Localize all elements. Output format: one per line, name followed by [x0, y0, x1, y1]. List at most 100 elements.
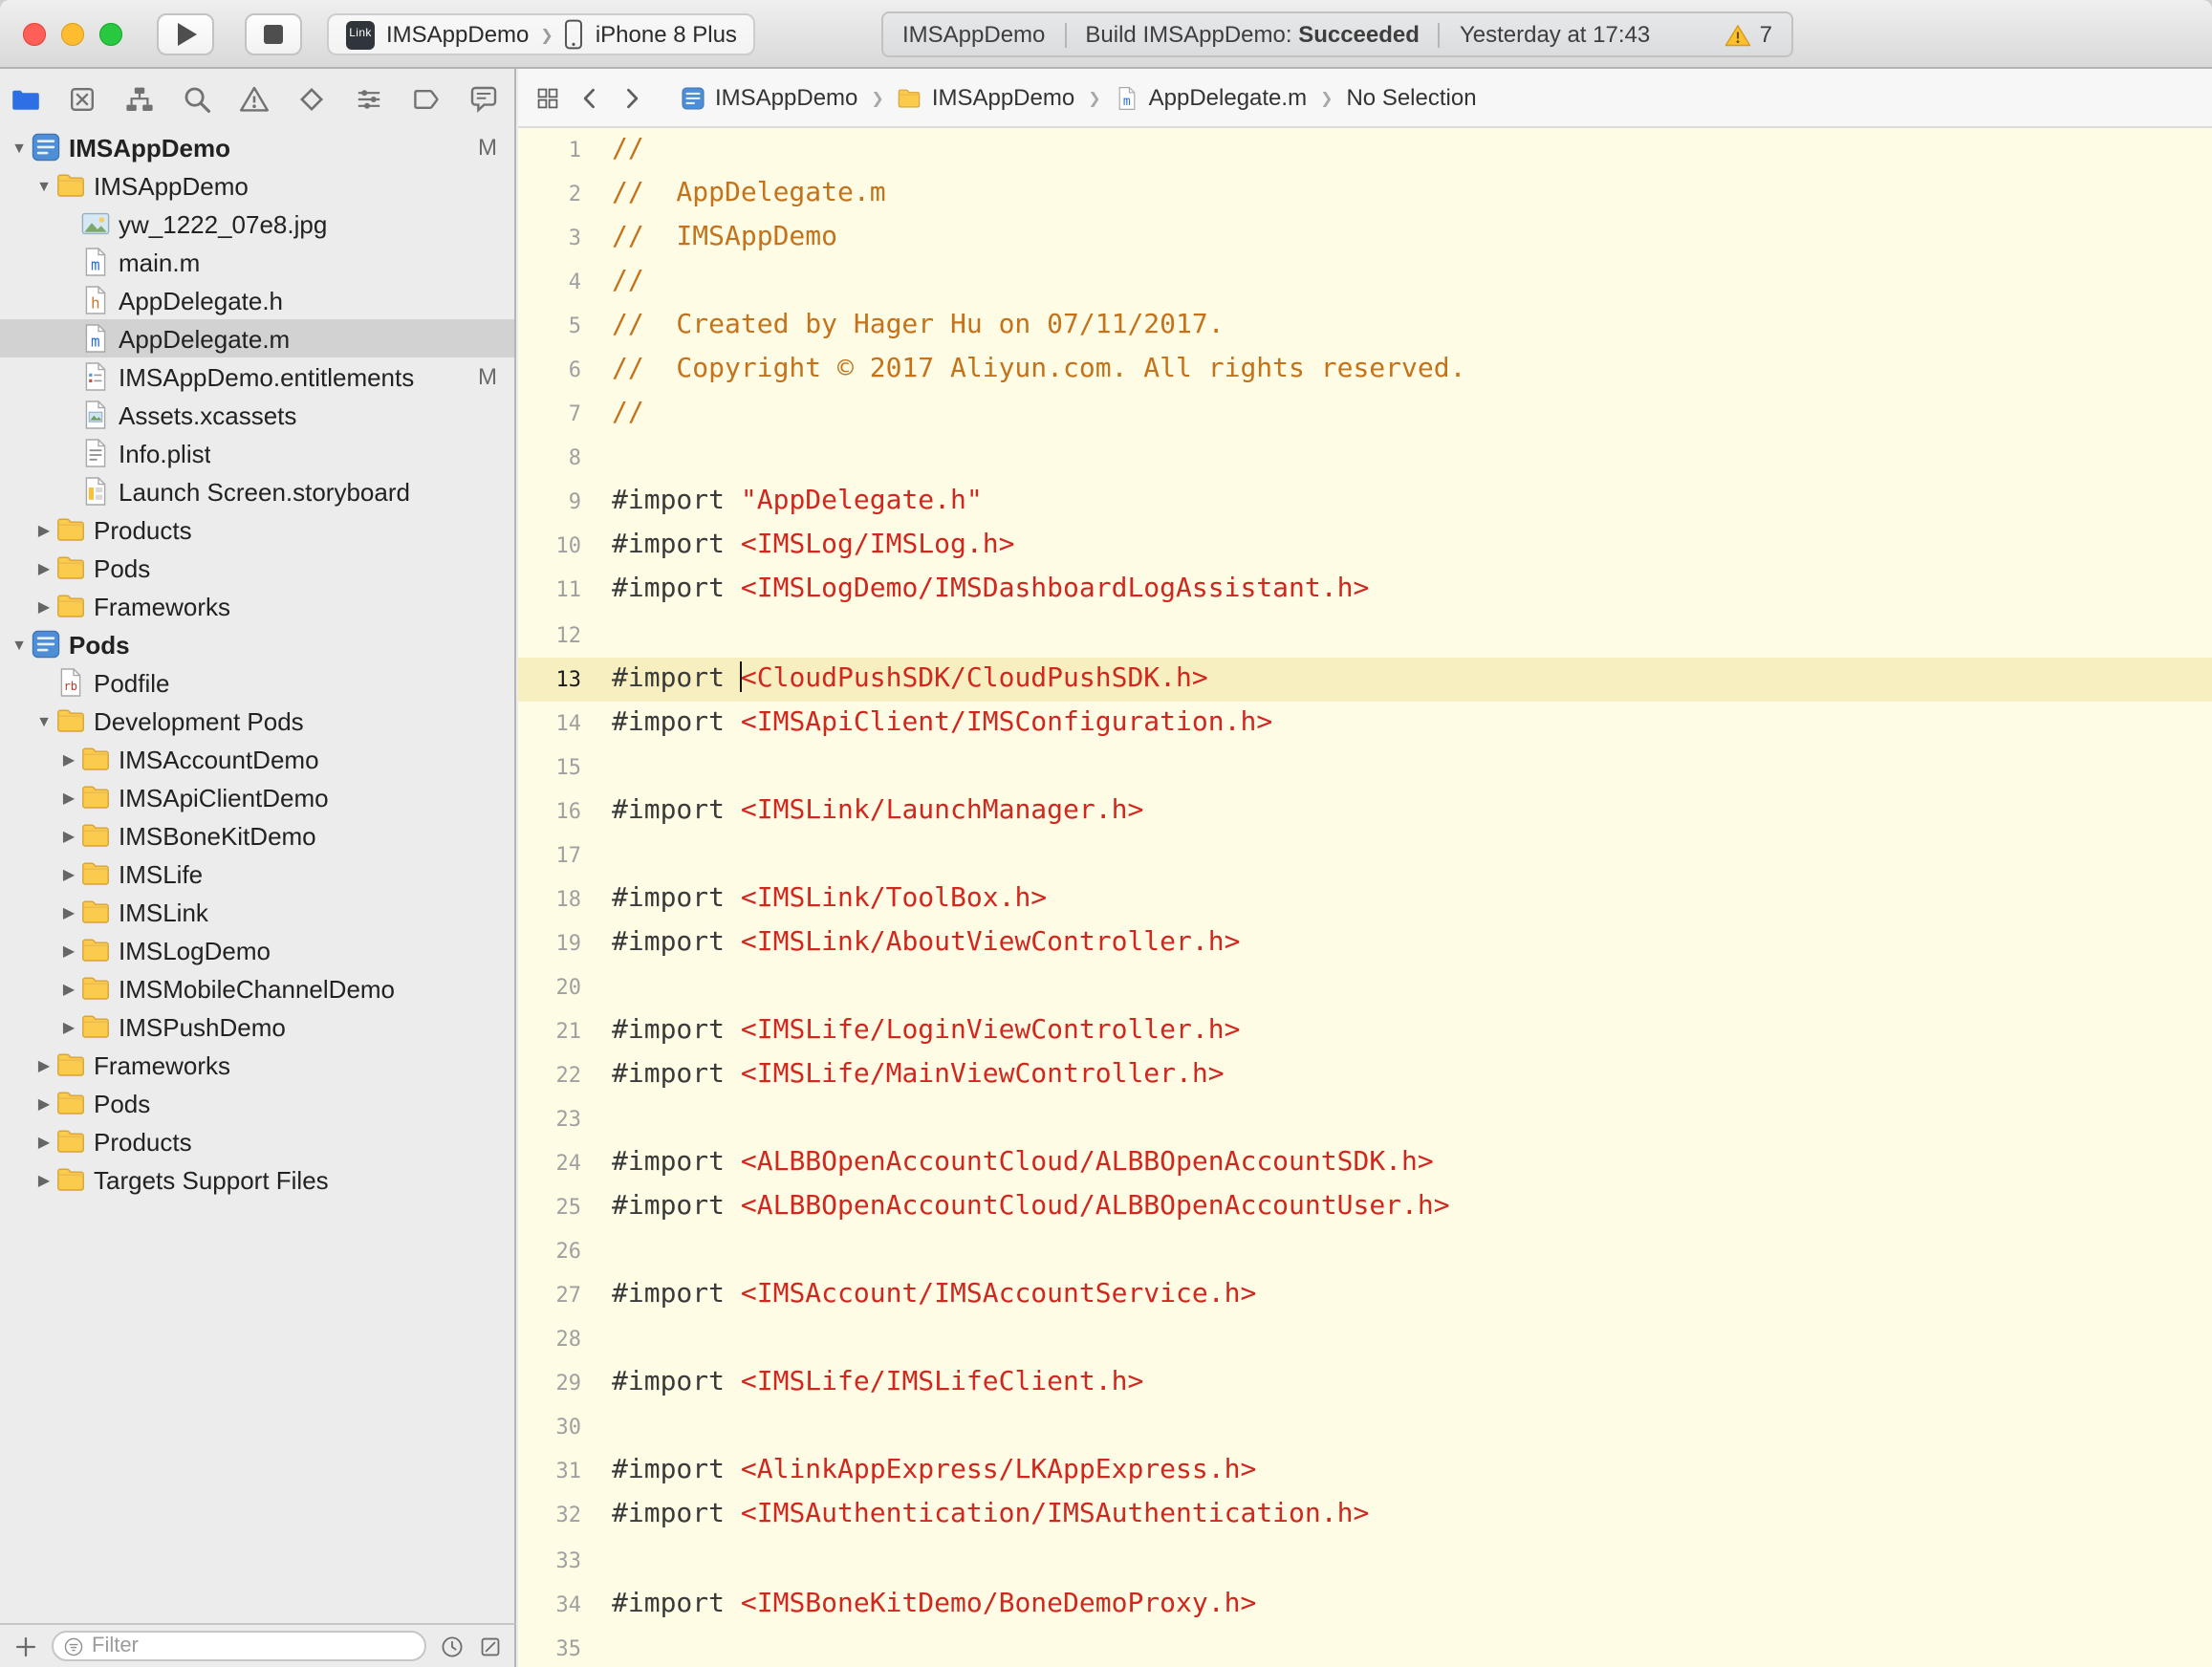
line-number[interactable]: 29: [518, 1362, 582, 1406]
code-token[interactable]: <IMSAccount/IMSAccountService.h>: [741, 1279, 1256, 1310]
code-text[interactable]: [581, 1406, 612, 1450]
find-navigator-icon[interactable]: [182, 83, 212, 114]
filter-input[interactable]: [92, 1635, 415, 1657]
warnings-button[interactable]: 7: [1725, 21, 1772, 48]
code-text[interactable]: [581, 834, 612, 877]
disclosure-triangle[interactable]: ▶: [33, 1094, 55, 1112]
disclosure-triangle[interactable]: ▶: [57, 789, 80, 806]
line-number[interactable]: 21: [518, 1009, 582, 1053]
disclosure-triangle[interactable]: ▶: [33, 521, 55, 538]
code-text[interactable]: //: [581, 260, 644, 304]
line-number[interactable]: 1: [518, 128, 581, 172]
disclosure-triangle[interactable]: ▶: [57, 942, 80, 959]
disclosure-triangle[interactable]: ▼: [33, 177, 55, 194]
code-text[interactable]: #import <IMSLink/LaunchManager.h>: [581, 789, 1143, 833]
code-line-20[interactable]: 20: [518, 965, 2212, 1009]
line-number[interactable]: 5: [518, 304, 581, 348]
line-number[interactable]: 8: [518, 437, 581, 481]
code-text[interactable]: #import <CloudPushSDK/CloudPushSDK.h>: [581, 657, 1208, 701]
code-token[interactable]: #import: [612, 530, 741, 561]
line-number[interactable]: 31: [518, 1450, 582, 1494]
code-token[interactable]: // Copyright © 2017 Aliyun.com. All righ…: [612, 354, 1465, 384]
code-line-4[interactable]: 4 //: [518, 260, 2212, 304]
sidebar-item-pods[interactable]: ▶ Pods: [0, 549, 514, 587]
back-button[interactable]: [577, 85, 602, 110]
close-button[interactable]: [23, 23, 46, 46]
code-text[interactable]: #import <IMSLog/IMSLog.h>: [581, 525, 1014, 569]
sidebar-item-appdelegate-h[interactable]: h AppDelegate.h: [0, 281, 514, 319]
code-line-6[interactable]: 6 // Copyright © 2017 Aliyun.com. All rig…: [518, 348, 2212, 392]
code-text[interactable]: [581, 745, 612, 789]
line-number[interactable]: 17: [518, 834, 582, 877]
issue-navigator-icon[interactable]: [239, 83, 270, 114]
code-text[interactable]: #import <IMSBoneKitDemo/BoneDemoProxy.h>: [581, 1582, 1256, 1626]
code-token[interactable]: <IMSLife/IMSLifeClient.h>: [741, 1368, 1143, 1398]
source-editor[interactable]: 1 // 2 // AppDelegate.m 3 // IMSAppDemo 4 // 5 //…: [518, 128, 2212, 1667]
line-number[interactable]: 13: [518, 657, 582, 701]
breadcrumb-item-imsappdemo[interactable]: IMSAppDemo: [898, 84, 1074, 111]
sidebar-item-imsapiclientdemo[interactable]: ▶ IMSApiClientDemo: [0, 778, 514, 816]
code-text[interactable]: [581, 1318, 612, 1362]
code-token[interactable]: <IMSLink/LaunchManager.h>: [741, 794, 1143, 825]
line-number[interactable]: 7: [518, 393, 581, 437]
code-text[interactable]: //: [581, 128, 644, 172]
breadcrumb-item-no-selection[interactable]: No Selection: [1346, 84, 1476, 111]
line-number[interactable]: 22: [518, 1053, 582, 1097]
line-number[interactable]: 24: [518, 1141, 582, 1185]
code-token[interactable]: <ALBBOpenAccountCloud/ALBBOpenAccountSDK…: [741, 1147, 1434, 1178]
code-token[interactable]: #import: [612, 1059, 741, 1090]
code-text[interactable]: // Created by Hager Hu on 07/11/2017.: [581, 304, 1225, 348]
line-number[interactable]: 19: [518, 921, 582, 965]
code-line-14[interactable]: 14 #import <IMSApiClient/IMSConfiguration…: [518, 701, 2212, 745]
code-token[interactable]: <IMSLink/AboutViewController.h>: [741, 927, 1241, 958]
code-line-24[interactable]: 24 #import <ALBBOpenAccountCloud/ALBBOpen…: [518, 1141, 2212, 1185]
code-token[interactable]: <IMSApiClient/IMSConfiguration.h>: [741, 706, 1272, 737]
scheme-name[interactable]: IMSAppDemo: [386, 21, 529, 48]
stop-button[interactable]: [245, 13, 302, 55]
code-token[interactable]: //: [612, 134, 644, 164]
line-number[interactable]: 9: [518, 481, 581, 525]
sidebar-item-imslogdemo[interactable]: ▶ IMSLogDemo: [0, 931, 514, 969]
code-token[interactable]: <IMSLog/IMSLog.h>: [741, 530, 1015, 561]
code-token[interactable]: // IMSAppDemo: [612, 222, 837, 252]
destination-name[interactable]: iPhone 8 Plus: [596, 21, 737, 48]
disclosure-triangle[interactable]: ▶: [57, 1018, 80, 1035]
sidebar-item-imslife[interactable]: ▶ IMSLife: [0, 855, 514, 893]
code-line-27[interactable]: 27 #import <IMSAccount/IMSAccountService.…: [518, 1273, 2212, 1317]
sidebar-item-products[interactable]: ▶ Products: [0, 510, 514, 549]
code-token[interactable]: #import: [612, 706, 741, 737]
code-line-9[interactable]: 9 #import "AppDelegate.h": [518, 481, 2212, 525]
code-line-29[interactable]: 29 #import <IMSLife/IMSLifeClient.h>: [518, 1362, 2212, 1406]
code-line-23[interactable]: 23: [518, 1097, 2212, 1141]
code-line-16[interactable]: 16 #import <IMSLink/LaunchManager.h>: [518, 789, 2212, 833]
sidebar-item-imsappdemo-entitlements[interactable]: IMSAppDemo.entitlements M: [0, 357, 514, 396]
code-text[interactable]: // Copyright © 2017 Aliyun.com. All righ…: [581, 348, 1465, 392]
code-token[interactable]: #import: [612, 1015, 741, 1046]
code-text[interactable]: //: [581, 393, 644, 437]
sidebar-item-imsmobilechanneldemo[interactable]: ▶ IMSMobileChannelDemo: [0, 969, 514, 1007]
code-line-13[interactable]: 13 #import <CloudPushSDK/CloudPushSDK.h>: [518, 657, 2212, 702]
sidebar-item-imsappdemo[interactable]: ▼ IMSAppDemo M: [0, 128, 514, 166]
line-number[interactable]: 12: [518, 613, 582, 657]
sidebar-item-info-plist[interactable]: Info.plist: [0, 434, 514, 472]
line-number[interactable]: 18: [518, 877, 582, 921]
line-number[interactable]: 34: [518, 1582, 582, 1626]
sidebar-item-pods[interactable]: ▼ Pods: [0, 625, 514, 663]
sidebar-item-yw-1222-07e8-jpg[interactable]: yw_1222_07e8.jpg: [0, 205, 514, 243]
code-token[interactable]: <IMSBoneKitDemo/BoneDemoProxy.h>: [741, 1588, 1256, 1618]
code-text[interactable]: [581, 965, 612, 1009]
sidebar-item-imspushdemo[interactable]: ▶ IMSPushDemo: [0, 1007, 514, 1046]
code-line-33[interactable]: 33: [518, 1538, 2212, 1582]
code-line-21[interactable]: 21 #import <IMSLife/LoginViewController.h…: [518, 1009, 2212, 1053]
code-token[interactable]: #import: [612, 487, 741, 517]
code-line-1[interactable]: 1 //: [518, 128, 2212, 172]
code-text[interactable]: #import <IMSApiClient/IMSConfiguration.h…: [581, 701, 1272, 745]
code-text[interactable]: #import <IMSLife/IMSLifeClient.h>: [581, 1362, 1143, 1406]
code-token[interactable]: <AlinkAppExpress/LKAppExpress.h>: [741, 1456, 1256, 1486]
code-token[interactable]: //: [612, 399, 644, 429]
disclosure-triangle[interactable]: ▶: [57, 827, 80, 844]
code-line-5[interactable]: 5 // Created by Hager Hu on 07/11/2017.: [518, 304, 2212, 348]
code-line-3[interactable]: 3 // IMSAppDemo: [518, 216, 2212, 260]
line-number[interactable]: 4: [518, 260, 581, 304]
sidebar-item-podfile[interactable]: rb Podfile: [0, 663, 514, 702]
